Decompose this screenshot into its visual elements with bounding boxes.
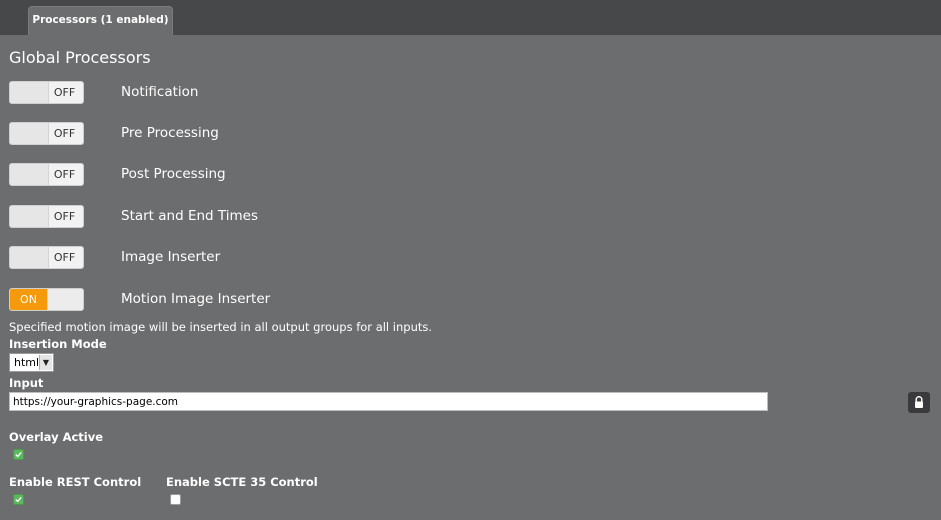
overlay-active-label: Overlay Active (9, 430, 104, 444)
tab-processors[interactable]: Processors (1 enabled) (28, 6, 173, 35)
toggle-knob (47, 289, 83, 310)
motion-image-description: Specified motion image will be inserted … (9, 320, 433, 334)
toggle-knob (10, 82, 49, 103)
lock-button[interactable] (908, 392, 930, 413)
insertion-mode-select[interactable]: html ▼ (9, 353, 54, 372)
processor-label: Start and End Times (121, 208, 258, 224)
processor-label: Notification (121, 84, 199, 100)
chevron-down-icon: ▼ (39, 355, 52, 370)
scte35-control-label: Enable SCTE 35 Control (166, 475, 318, 489)
processor-label: Post Processing (121, 166, 226, 182)
rest-control-label: Enable REST Control (9, 475, 142, 489)
toggle-knob (10, 206, 49, 227)
section-title: Global Processors (9, 48, 151, 67)
input-url-field[interactable] (9, 392, 768, 411)
notification-toggle[interactable]: OFF (9, 81, 84, 104)
checkmark-icon (15, 496, 22, 503)
overlay-active-checkbox[interactable] (13, 449, 24, 460)
toggle-state-label: OFF (53, 86, 76, 99)
toggle-state-label: OFF (53, 168, 76, 181)
scte35-control-checkbox[interactable] (170, 494, 181, 505)
post-processing-toggle[interactable]: OFF (9, 163, 84, 186)
toggle-knob (10, 164, 49, 185)
start-end-times-toggle[interactable]: OFF (9, 205, 84, 228)
input-label: Input (9, 376, 44, 390)
toggle-state-label: OFF (53, 251, 76, 264)
lock-icon (915, 396, 923, 408)
toggle-state-label: ON (10, 289, 47, 310)
insertion-mode-label: Insertion Mode (9, 337, 107, 351)
toggle-state-label: OFF (53, 210, 76, 223)
processor-label: Pre Processing (121, 125, 219, 141)
toggle-knob (10, 123, 49, 144)
motion-image-inserter-toggle[interactable]: ON (9, 288, 84, 311)
processor-label: Image Inserter (121, 249, 221, 265)
insertion-mode-value: html (14, 356, 40, 369)
rest-control-checkbox[interactable] (13, 494, 24, 505)
toggle-state-label: OFF (53, 127, 76, 140)
checkmark-icon (15, 451, 22, 458)
toggle-knob (10, 247, 49, 268)
processor-label: Motion Image Inserter (121, 291, 271, 307)
image-inserter-toggle[interactable]: OFF (9, 246, 84, 269)
tab-bar: Processors (1 enabled) (0, 0, 941, 35)
pre-processing-toggle[interactable]: OFF (9, 122, 84, 145)
